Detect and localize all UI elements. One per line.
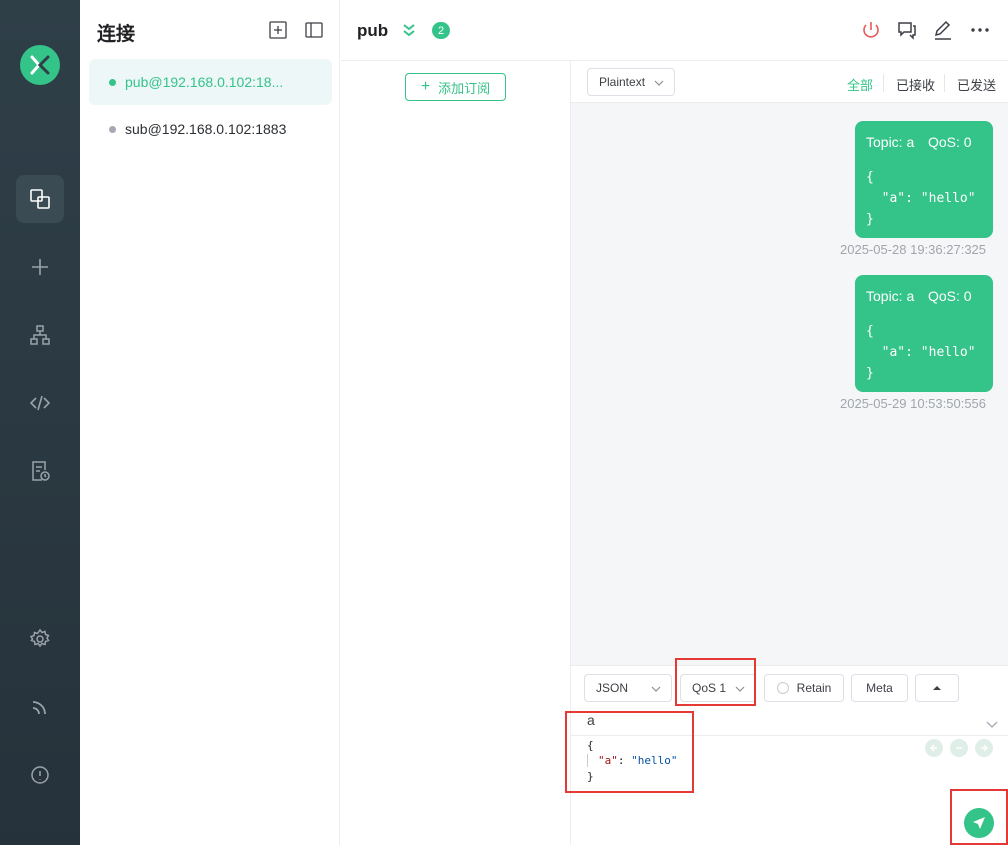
meta-button[interactable]: Meta xyxy=(851,674,908,702)
edit-icon[interactable] xyxy=(931,18,955,42)
collapse-panel-icon[interactable] xyxy=(304,20,324,40)
message-topic: Topic: a xyxy=(866,288,915,304)
connection-item-sub[interactable]: sub@192.168.0.102:1883 xyxy=(89,106,332,152)
connections-title: 连接 xyxy=(97,24,136,45)
connection-header: pub 2 xyxy=(341,0,1008,60)
payload-colon: : xyxy=(617,754,632,767)
history-forward-icon[interactable] xyxy=(975,739,993,757)
connection-list-panel: 连接 pub@192.168.0.102:18... sub@192.168.0… xyxy=(80,0,340,845)
payload-format-select[interactable]: Plaintext xyxy=(587,68,675,96)
message-qos: QoS: 0 xyxy=(928,134,972,150)
payload-line-close: } xyxy=(587,770,594,783)
qos-select[interactable]: QoS 1 xyxy=(680,674,756,702)
retain-radio xyxy=(776,682,789,694)
connection-name: pub xyxy=(357,21,389,40)
chevron-down-icon xyxy=(735,686,745,692)
log-icon[interactable] xyxy=(16,447,64,495)
message-bubble[interactable]: Topic: a QoS: 0 { "a": "hello" } xyxy=(855,275,993,392)
message-list: Plaintext 全部 已接收 已发送 Topic: a QoS: 0 { "… xyxy=(571,60,1008,665)
message-timestamp: 2025-05-29 10:53:50:556 xyxy=(840,396,987,411)
new-connection-icon[interactable] xyxy=(16,243,64,291)
new-window-icon[interactable] xyxy=(895,18,919,42)
plus-icon: + xyxy=(420,78,431,95)
topology-icon[interactable] xyxy=(16,311,64,359)
add-subscription-label: 添加订阅 xyxy=(438,80,491,96)
app-window: 连接 pub@192.168.0.102:18... sub@192.168.0… xyxy=(0,0,1008,845)
message-bubble[interactable]: Topic: a QoS: 0 { "a": "hello" } xyxy=(855,121,993,238)
add-subscription-button[interactable]: + 添加订阅 xyxy=(405,73,506,101)
publish-panel: JSON QoS 1 Retain Meta a { "a": "hello" … xyxy=(571,665,1008,845)
topic-input[interactable]: a xyxy=(587,712,595,728)
retain-toggle[interactable]: Retain xyxy=(764,674,844,702)
settings-icon[interactable] xyxy=(16,615,64,663)
publish-format-value: JSON xyxy=(596,681,629,695)
message-toolbar: Plaintext 全部 已接收 已发送 xyxy=(571,61,1008,103)
status-dot xyxy=(109,78,116,86)
payload-value: "hello" xyxy=(631,754,678,767)
message-topic: Topic: a xyxy=(866,134,915,150)
connection-label: pub@192.168.0.102:18... xyxy=(125,74,284,90)
status-dot xyxy=(109,125,116,133)
send-icon xyxy=(973,817,985,829)
chevron-down-icon xyxy=(654,80,664,86)
payload-line-open: { xyxy=(587,739,594,752)
connection-label: sub@192.168.0.102:1883 xyxy=(125,121,287,137)
expand-button[interactable] xyxy=(915,674,959,702)
chevron-down-icon xyxy=(651,686,661,692)
filter-divider xyxy=(944,74,945,92)
message-timestamp: 2025-05-28 19:36:27:325 xyxy=(840,242,987,257)
history-clear-icon[interactable] xyxy=(950,739,968,757)
feed-icon[interactable] xyxy=(16,683,64,731)
topic-divider xyxy=(571,735,1008,736)
qos-value: QoS 1 xyxy=(692,681,727,695)
about-icon[interactable] xyxy=(16,751,64,799)
filter-sent[interactable]: 已发送 xyxy=(957,75,996,94)
filter-received[interactable]: 已接收 xyxy=(896,75,935,94)
message-payload: { "a": "hello" } xyxy=(866,170,976,227)
payload-key: "a" xyxy=(598,754,618,767)
double-chevron-down-icon[interactable] xyxy=(401,22,417,38)
connections-icon[interactable] xyxy=(16,175,64,223)
history-back-icon[interactable] xyxy=(925,739,943,757)
connection-item-pub[interactable]: pub@192.168.0.102:18... xyxy=(89,59,332,105)
filter-divider xyxy=(883,74,884,92)
retain-label: Retain xyxy=(796,681,832,695)
subscription-count-badge: 2 xyxy=(432,22,450,39)
nav-rail xyxy=(0,0,80,845)
mqttx-logo-icon xyxy=(20,45,60,85)
caret-up-icon xyxy=(933,686,941,690)
meta-label: Meta xyxy=(866,681,893,695)
message-qos: QoS: 0 xyxy=(928,288,972,304)
filter-all[interactable]: 全部 xyxy=(847,75,873,94)
subscriptions-panel: + 添加订阅 xyxy=(341,60,571,845)
message-payload: { "a": "hello" } xyxy=(866,324,976,381)
chevron-down-icon[interactable] xyxy=(985,717,999,731)
payload-line-key[interactable]: "a": "hello" xyxy=(587,754,677,767)
payload-format-value: Plaintext xyxy=(599,75,646,89)
more-icon[interactable] xyxy=(968,18,992,42)
script-icon[interactable] xyxy=(16,379,64,427)
add-folder-icon[interactable] xyxy=(268,20,288,40)
power-icon[interactable] xyxy=(859,18,883,42)
send-button[interactable] xyxy=(964,808,994,838)
publish-format-select[interactable]: JSON xyxy=(584,674,672,702)
